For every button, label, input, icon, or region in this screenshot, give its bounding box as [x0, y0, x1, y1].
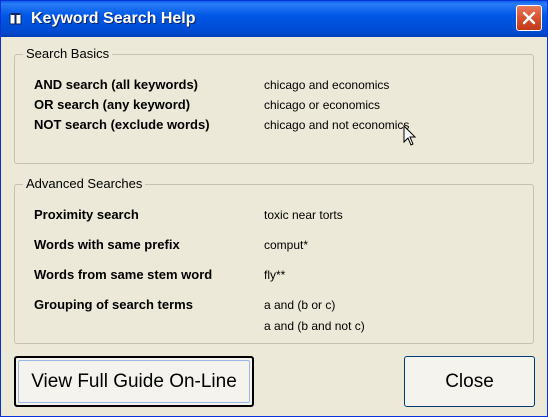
grouping-search-label: Grouping of search terms [34, 297, 193, 312]
and-search-example: chicago and economics [264, 78, 390, 92]
stem-search-label: Words from same stem word [34, 267, 213, 282]
and-search-label: AND search (all keywords) [34, 77, 199, 92]
window-title: Keyword Search Help [31, 10, 196, 27]
advanced-searches-legend: Advanced Searches [23, 176, 146, 191]
or-search-label: OR search (any keyword) [34, 97, 191, 112]
close-button-label: Close [445, 370, 494, 392]
grouping-search-example: a and (b or c) [264, 298, 336, 312]
close-window-button[interactable] [516, 5, 542, 31]
close-button[interactable]: Close [404, 356, 535, 407]
prefix-search-label: Words with same prefix [34, 237, 180, 252]
not-search-label: NOT search (exclude words) [34, 117, 210, 132]
grouping-search-example-2: a and (b and not c) [264, 319, 365, 333]
keyword-search-help-dialog: Keyword Search Help Search Basics AND se… [0, 0, 548, 417]
view-full-guide-label: View Full Guide On-Line [31, 371, 237, 392]
proximity-search-example: toxic near torts [264, 208, 343, 222]
not-search-example: chicago and not economics [264, 118, 410, 132]
view-full-guide-button[interactable]: View Full Guide On-Line [14, 356, 254, 407]
search-basics-legend: Search Basics [23, 46, 113, 61]
title-bar[interactable]: Keyword Search Help [1, 1, 547, 37]
stem-search-example: fly** [264, 268, 286, 282]
prefix-search-example: comput* [264, 238, 309, 252]
or-search-example: chicago or economics [264, 98, 381, 112]
mouse-cursor-icon [403, 125, 417, 146]
proximity-search-label: Proximity search [34, 207, 139, 222]
book-icon [9, 12, 23, 26]
close-icon [522, 11, 536, 25]
